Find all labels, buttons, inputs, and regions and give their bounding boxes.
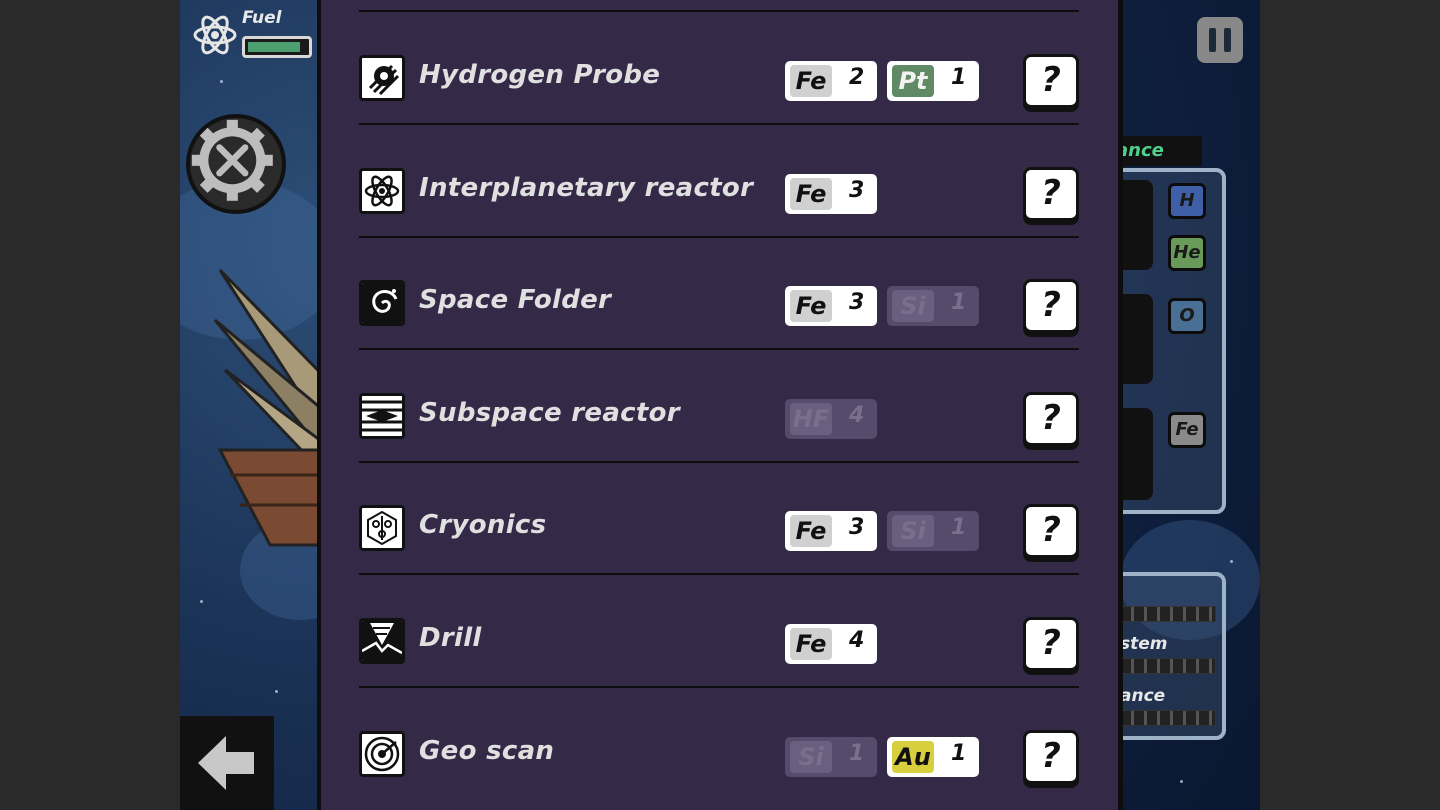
element-symbol: Si	[892, 290, 934, 323]
fuel-gauge	[242, 36, 312, 58]
item-info-button[interactable]: ?	[1023, 504, 1079, 559]
back-arrow-icon	[198, 736, 254, 790]
item-info-button[interactable]: ?	[1023, 54, 1079, 108]
resource-cost-hf: HF 4	[785, 398, 877, 439]
resource-cost-si: Si 1	[887, 286, 979, 327]
back-button[interactable]	[180, 716, 274, 810]
spaceship-sprite	[213, 268, 330, 547]
build-menu-button[interactable]	[186, 114, 286, 214]
snowflake-crystal-icon	[359, 505, 405, 552]
element-chip-h: H	[1168, 183, 1206, 219]
build-item-name: Geo scan	[419, 735, 555, 766]
item-info-button[interactable]: ?	[1023, 617, 1079, 671]
item-info-button[interactable]: ?	[1023, 279, 1079, 334]
atom-icon	[193, 15, 237, 55]
element-symbol: Au	[892, 740, 934, 773]
element-quantity: 4	[849, 402, 865, 428]
resource-cost-fe: Fe 3	[785, 286, 877, 327]
hydrogen-probe-icon	[359, 55, 405, 101]
element-quantity: 1	[951, 740, 967, 766]
resource-cost-fe: Fe 3	[785, 511, 877, 552]
resource-cost-si: Si 1	[785, 736, 877, 777]
stat-bar	[1120, 606, 1216, 622]
element-chip-o: O	[1168, 298, 1206, 334]
build-item-row[interactable]: Interplanetary reactor Fe 3?	[359, 125, 1079, 237]
build-item-name: Hydrogen Probe	[419, 60, 661, 90]
build-menu-panel: Hydrogen Probe Fe 2 Pt 1? Interplanetary reac…	[317, 0, 1123, 810]
element-quantity: 3	[849, 290, 865, 316]
build-item-row[interactable]: Drill Fe 4?	[359, 575, 1079, 687]
element-symbol: Fe	[790, 515, 832, 548]
build-item-name: Drill	[419, 623, 482, 653]
stat-label: ance	[1120, 686, 1166, 706]
build-item-row[interactable]: Space Folder Fe 3 Si 1?	[359, 237, 1079, 349]
element-quantity: 1	[849, 740, 865, 766]
element-quantity: 2	[849, 65, 865, 90]
build-item-row[interactable]: Cryonics Fe 3 Si 1?	[359, 462, 1079, 574]
element-symbol: HF	[790, 402, 832, 435]
side-panel-label: ance	[1110, 136, 1202, 166]
element-chip-he: He	[1168, 235, 1206, 271]
build-item-row[interactable]: Subspace reactor HF 4?	[359, 350, 1079, 462]
build-item-row[interactable]: Hydrogen Probe Fe 2 Pt 1?	[359, 12, 1079, 124]
subspace-lines-icon	[359, 392, 405, 439]
build-item-row[interactable]: Geo scan Si 1 Au 1?	[359, 688, 1079, 800]
element-symbol: Fe	[790, 177, 832, 210]
element-quantity: 3	[849, 177, 865, 203]
spiral-vortex-icon	[359, 280, 405, 327]
element-symbol: Fe	[790, 628, 832, 660]
element-quantity: 3	[849, 515, 865, 541]
pause-button[interactable]	[1197, 17, 1243, 63]
resource-cost-fe: Fe 2	[785, 61, 877, 101]
stat-bar	[1120, 658, 1216, 674]
item-info-button[interactable]: ?	[1023, 391, 1079, 446]
stat-label: stem	[1120, 634, 1168, 654]
atom-reactor-icon	[359, 167, 405, 214]
element-symbol: Si	[790, 740, 832, 773]
resource-cost-si: Si 1	[887, 511, 979, 552]
resource-cost-au: Au 1	[887, 736, 979, 777]
element-chip-fe: Fe	[1168, 412, 1206, 448]
element-quantity: 1	[951, 290, 967, 316]
element-quantity: 1	[951, 65, 967, 90]
fuel-gauge-fill	[248, 42, 301, 52]
radar-scan-icon	[359, 730, 405, 777]
resource-cost-fe: Fe 4	[785, 624, 877, 664]
stat-bar	[1120, 710, 1216, 726]
element-quantity: 4	[849, 628, 865, 653]
element-symbol: Fe	[790, 290, 832, 323]
build-item-name: Cryonics	[419, 510, 547, 541]
build-item-name: Subspace reactor	[419, 397, 680, 428]
item-info-button[interactable]: ?	[1023, 166, 1079, 221]
gear-tools-icon	[191, 119, 273, 201]
build-item-name: Space Folder	[419, 285, 612, 316]
element-symbol: Si	[892, 515, 934, 548]
fuel-label: Fuel	[242, 8, 282, 28]
item-info-button[interactable]: ?	[1023, 729, 1079, 784]
resource-cost-fe: Fe 3	[785, 173, 877, 214]
element-quantity: 1	[951, 515, 967, 541]
element-symbol: Pt	[892, 65, 934, 97]
drill-icon	[359, 618, 405, 664]
build-item-name: Interplanetary reactor	[419, 172, 754, 203]
element-symbol: Fe	[790, 65, 832, 97]
resource-cost-pt: Pt 1	[887, 61, 979, 101]
